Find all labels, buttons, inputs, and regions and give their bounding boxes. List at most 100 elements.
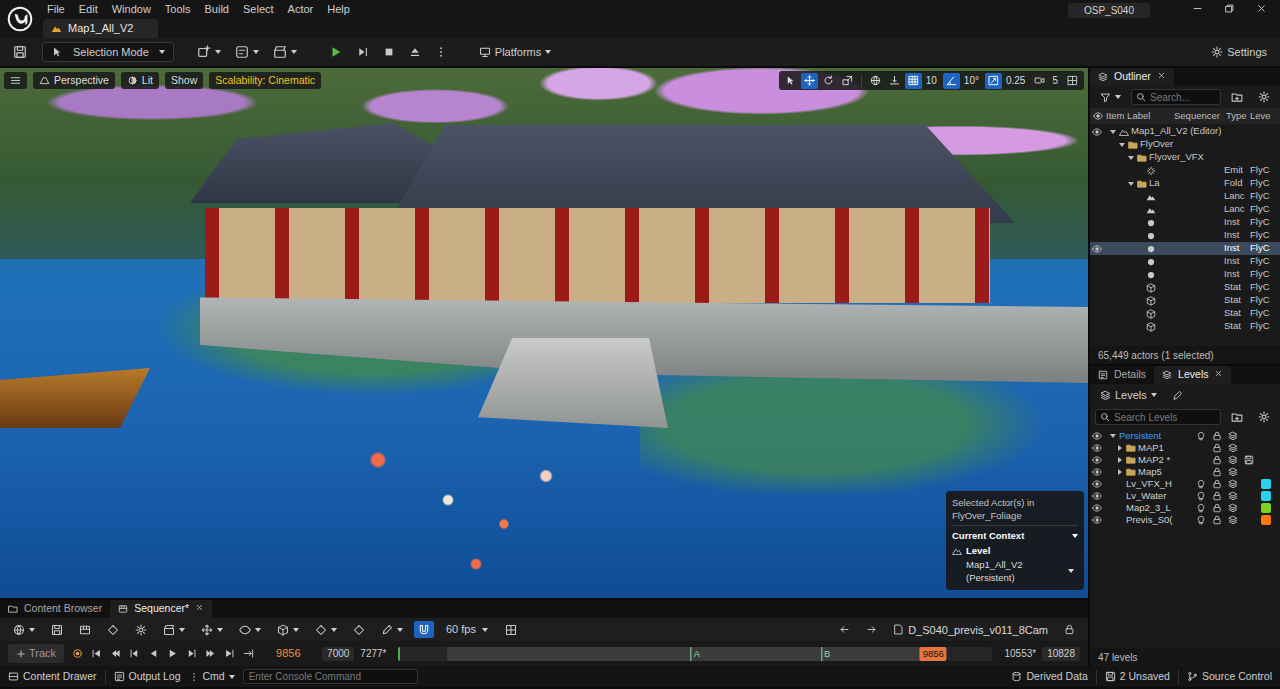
jump-to-end-button[interactable] xyxy=(222,648,237,659)
unsaved-button[interactable]: 2 Unsaved xyxy=(1105,669,1170,685)
step-button[interactable] xyxy=(352,44,374,60)
forward-button[interactable] xyxy=(861,622,882,637)
lock-toggle[interactable] xyxy=(1210,479,1224,489)
loop-button[interactable] xyxy=(241,648,256,659)
visibility-toggle[interactable] xyxy=(1090,127,1104,137)
next-key-button[interactable] xyxy=(203,648,218,659)
viewport-menu-button[interactable] xyxy=(4,72,27,89)
level-options[interactable] xyxy=(1226,503,1240,513)
menu-item[interactable]: Edit xyxy=(72,0,105,18)
outliner-row[interactable]: StatFlyC xyxy=(1090,281,1280,294)
sequence-lock[interactable] xyxy=(1059,622,1080,637)
outliner-row[interactable]: InstFlyC xyxy=(1090,242,1280,255)
lock-toggle[interactable] xyxy=(1210,503,1224,513)
camera-cut-button[interactable] xyxy=(158,622,190,638)
outliner-row[interactable]: EmitFlyC xyxy=(1090,164,1280,177)
platforms-button[interactable]: Platforms xyxy=(474,43,556,61)
panel-tab[interactable]: Details xyxy=(1090,366,1154,384)
lighting-button[interactable]: Lit xyxy=(121,72,159,89)
source-control-button[interactable]: Source Control xyxy=(1187,669,1272,685)
viewport-render[interactable] xyxy=(0,68,1088,598)
level-options[interactable] xyxy=(1226,443,1240,453)
back-button[interactable] xyxy=(834,622,855,637)
translate-tool[interactable] xyxy=(801,73,818,89)
menu-item[interactable]: Actor xyxy=(281,0,321,18)
document-tab[interactable]: Map1_All_V2 xyxy=(43,19,158,38)
lighting-toggle[interactable] xyxy=(1194,431,1208,441)
render-movie-button[interactable] xyxy=(74,622,96,638)
cmd-dropdown[interactable]: Cmd xyxy=(189,669,235,685)
lock-toggle[interactable] xyxy=(1210,431,1224,441)
stop-button[interactable] xyxy=(378,44,400,60)
step-back-button[interactable] xyxy=(127,648,142,659)
menu-item[interactable]: Build xyxy=(198,0,236,18)
level-options[interactable] xyxy=(1226,491,1240,501)
auto-key-button[interactable] xyxy=(348,622,370,638)
cinematics-button[interactable] xyxy=(268,43,302,61)
level-options[interactable] xyxy=(1226,479,1240,489)
scale-tool[interactable] xyxy=(839,73,856,89)
add-track-button[interactable]: Track xyxy=(8,644,64,663)
edit-mode-button[interactable] xyxy=(376,622,408,638)
blueprint-button[interactable] xyxy=(230,43,264,61)
close-button[interactable] xyxy=(1248,3,1274,14)
angle-snap-toggle[interactable] xyxy=(943,73,960,89)
expand-arrow[interactable] xyxy=(1108,130,1117,134)
outliner-row[interactable]: Flyover_VFX xyxy=(1090,151,1280,164)
menu-item[interactable]: Select xyxy=(236,0,281,18)
record-button[interactable] xyxy=(70,648,85,659)
menu-item[interactable]: Help xyxy=(320,0,357,18)
range-start[interactable]: 7277* xyxy=(360,646,386,661)
level-row[interactable]: MAP2 * xyxy=(1090,454,1280,466)
level-options[interactable] xyxy=(1226,455,1240,465)
more-button[interactable] xyxy=(430,44,452,60)
project-name[interactable]: OSP_S040 xyxy=(1068,3,1150,18)
mode-dropdown[interactable]: Selection Mode xyxy=(42,42,174,62)
section-marker[interactable]: A xyxy=(691,647,702,661)
scale-snap-toggle[interactable] xyxy=(985,73,1002,89)
level-color-swatch[interactable] xyxy=(1261,515,1271,525)
grid-snap-toggle[interactable] xyxy=(905,73,922,89)
outliner-row[interactable]: Map1_All_V2 (Editor) xyxy=(1090,125,1280,138)
lighting-toggle[interactable] xyxy=(1194,491,1208,501)
add-actor-button[interactable] xyxy=(192,43,226,61)
visibility-toggle[interactable] xyxy=(1090,467,1104,477)
expand-arrow[interactable] xyxy=(1126,182,1135,186)
outliner-tab[interactable]: Outliner xyxy=(1090,68,1174,86)
play-button[interactable] xyxy=(165,648,180,659)
outliner-row[interactable]: LaFoldFlyC xyxy=(1090,177,1280,190)
snap-toggle[interactable] xyxy=(414,621,434,638)
play-reverse-button[interactable] xyxy=(146,648,161,659)
scalability-indicator[interactable]: Scalability: Cinematic xyxy=(209,72,321,89)
layout-button[interactable] xyxy=(1064,73,1081,89)
restore-button[interactable] xyxy=(1216,3,1242,14)
jump-to-start-button[interactable] xyxy=(89,648,104,659)
menu-item[interactable]: File xyxy=(40,0,72,18)
outliner-row[interactable]: LancFlyC xyxy=(1090,203,1280,216)
level-row[interactable]: Previs_S0( xyxy=(1090,514,1280,526)
select-tool[interactable] xyxy=(782,73,799,89)
view-start[interactable]: 7000 xyxy=(322,647,354,661)
menu-item[interactable]: Tools xyxy=(158,0,198,18)
visibility-toggle[interactable] xyxy=(1090,503,1104,513)
lighting-toggle[interactable] xyxy=(1194,515,1208,525)
level-row[interactable]: Map5 xyxy=(1090,466,1280,478)
column-header[interactable]: Type xyxy=(1226,109,1250,123)
column-header[interactable]: Sequencer xyxy=(1174,109,1226,123)
minimize-button[interactable] xyxy=(1184,3,1210,14)
outliner-row[interactable]: FlyOver xyxy=(1090,138,1280,151)
content-drawer-button[interactable]: Content Drawer xyxy=(8,669,97,685)
previous-key-button[interactable] xyxy=(108,648,123,659)
level-options[interactable] xyxy=(1226,515,1240,525)
play-button[interactable] xyxy=(324,43,348,61)
levels-search[interactable] xyxy=(1095,409,1221,425)
transform-button[interactable] xyxy=(196,622,228,638)
close-tab-button[interactable] xyxy=(1214,367,1223,383)
panel-tab[interactable]: Sequencer* xyxy=(110,600,212,618)
panel-tab[interactable]: Levels xyxy=(1154,366,1231,384)
outliner-row[interactable]: InstFlyC xyxy=(1090,255,1280,268)
panel-tab[interactable]: Content Browser xyxy=(0,600,110,618)
output-log-button[interactable]: Output Log xyxy=(114,669,181,685)
column-header[interactable]: Item Label xyxy=(1106,109,1174,123)
console-field[interactable] xyxy=(243,669,418,684)
